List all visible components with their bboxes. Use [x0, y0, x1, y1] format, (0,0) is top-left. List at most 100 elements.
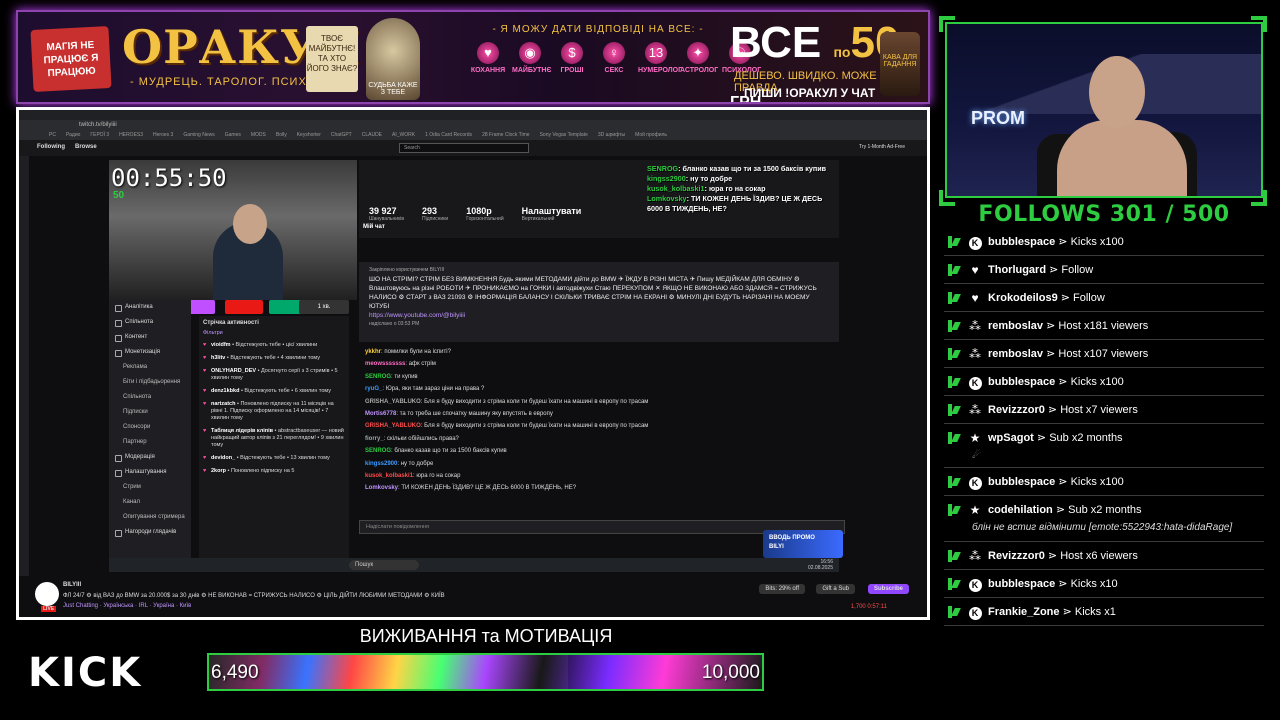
- dashboard-nav-item[interactable]: Налаштування: [109, 465, 191, 480]
- nav-browse-link[interactable]: Browse: [75, 144, 97, 150]
- taskbar-search[interactable]: Пошук: [349, 560, 419, 570]
- event-action: Kicks x10: [1070, 578, 1118, 590]
- event-action: Follow: [1073, 292, 1105, 304]
- host-icon: ⁂: [969, 549, 981, 563]
- avatar[interactable]: [35, 582, 59, 606]
- cam-timer-button[interactable]: 1 хв.: [299, 300, 349, 314]
- frame-corner: [1251, 16, 1267, 32]
- chat-text: Бля я буду виходити з стріма коли ти буд…: [424, 423, 649, 430]
- chat-text: афк стрім: [408, 361, 436, 368]
- dashboard-nav-item[interactable]: Канал: [109, 495, 191, 510]
- dashboard-nav-item[interactable]: Монетизація: [109, 345, 191, 360]
- bookmark-item[interactable]: ГЕРОЇ 3: [90, 130, 109, 140]
- event-username: bubblespace: [988, 236, 1056, 248]
- bookmark-item[interactable]: PC: [49, 130, 56, 140]
- bookmark-item[interactable]: ChatGPT: [331, 130, 352, 140]
- heart-icon: ♥: [971, 263, 979, 277]
- dashboard-nav-item[interactable]: Аналітика: [109, 300, 191, 315]
- bookmark-item[interactable]: Радио: [66, 130, 80, 140]
- gift-sub-button[interactable]: Gift a Sub: [816, 584, 855, 594]
- stream-category[interactable]: Just Chatting · Українська · IRL · Украї…: [63, 603, 191, 609]
- chat-username[interactable]: Lomkovsky: [365, 485, 398, 491]
- bits-discount-button[interactable]: Bits: 29% off: [759, 584, 805, 594]
- activity-user[interactable]: h3litv: [211, 355, 225, 361]
- dashboard-nav-item[interactable]: Контент: [109, 330, 191, 345]
- bookmark-item[interactable]: 3D шрифты: [598, 130, 625, 140]
- activity-user[interactable]: vioidfm: [211, 342, 231, 348]
- cam-action-button[interactable]: [225, 300, 263, 314]
- activity-filters[interactable]: Фільтри: [203, 330, 345, 336]
- address-bar[interactable]: twitch.tv/bilyiiii: [19, 120, 927, 130]
- dashboard-nav-item[interactable]: Спільнота: [109, 390, 191, 405]
- chat-mode-label[interactable]: Мій чат: [363, 224, 385, 230]
- kick-k-icon: [948, 504, 959, 516]
- dashboard-nav-item[interactable]: Стрим: [109, 480, 191, 495]
- chat-message: Mortis6778: та то треба ше спочатку маши…: [365, 410, 553, 417]
- bookmark-item[interactable]: Heroes 3: [153, 130, 173, 140]
- dashboard-nav-item[interactable]: Нагороди глядачів: [109, 525, 191, 540]
- nav-following-link[interactable]: Following: [37, 144, 65, 150]
- bookmark-item[interactable]: 1 Odia Card Records: [425, 130, 472, 140]
- event-row: ★ wpSagot ⋗ Sub x2 months ☄: [944, 424, 1264, 468]
- live-badge: LIVE: [41, 606, 57, 612]
- bookmark-item[interactable]: Keyshorter: [297, 130, 321, 140]
- activity-user[interactable]: denz1kbkd: [211, 388, 239, 394]
- kick-circle-icon: K: [966, 368, 984, 395]
- activity-user[interactable]: 2korp: [211, 468, 226, 474]
- dashboard-nav-item[interactable]: Спонсори: [109, 420, 191, 435]
- dashboard-nav-item[interactable]: Біти і підбадьорення: [109, 375, 191, 390]
- activity-user[interactable]: devidon_: [211, 455, 235, 461]
- heart-icon: ♥: [203, 388, 207, 394]
- heart-icon: ♥: [203, 368, 207, 374]
- kick-k-icon: [948, 348, 959, 360]
- activity-text: • Відстежують тебе • 6 хвилин тому: [240, 388, 332, 394]
- chat-username[interactable]: meowsssssss: [365, 361, 405, 367]
- chat-username[interactable]: kingss2900: [365, 461, 397, 467]
- activity-user[interactable]: ONLYHARD_DEV: [211, 368, 256, 374]
- money-icon: $: [561, 42, 583, 64]
- kick-circle-icon: K: [966, 570, 984, 597]
- chat-username[interactable]: SENROG: [365, 374, 391, 380]
- event-row: Kbubblespace ⋗ Kicks x100: [944, 228, 1264, 256]
- pinned-youtube-link[interactable]: https://www.youtube.com/@bilyiiii: [369, 312, 465, 319]
- ad-free-button[interactable]: Try 1-Month Ad-Free: [859, 144, 905, 150]
- chat-username[interactable]: GRISHA_YABLUKO: [365, 399, 421, 405]
- twitch-search-input[interactable]: Search: [399, 143, 529, 153]
- chat-username[interactable]: ryuG_: [365, 386, 382, 392]
- dashboard-nav-item[interactable]: Реклама: [109, 360, 191, 375]
- event-username: Revizzzor0: [988, 550, 1045, 562]
- stat-value: 39 927: [369, 206, 397, 216]
- bookmark-item[interactable]: Sony Vegas Template: [540, 130, 588, 140]
- activity-user[interactable]: nartzatch: [211, 401, 235, 407]
- chat-username[interactable]: SENROG: [365, 448, 391, 454]
- dashboard-nav-item[interactable]: Опитування стримера: [109, 510, 191, 525]
- activity-user[interactable]: Таблиця лідерів кліпів: [211, 428, 273, 434]
- chat-username[interactable]: fiorry_: [365, 436, 384, 442]
- chat-message: ykkhr: помилки були на іспиті?: [365, 349, 451, 355]
- subscribe-button[interactable]: Subscribe: [867, 584, 909, 594]
- dashboard-nav-item[interactable]: Підписки: [109, 405, 191, 420]
- bookmark-item[interactable]: AI_WORK: [392, 130, 415, 140]
- bookmark-item[interactable]: CLAUDE: [362, 130, 382, 140]
- bookmark-item[interactable]: 28 Frame Clock Time: [482, 130, 530, 140]
- chat-username[interactable]: kusok_kolbaski1: [365, 473, 413, 479]
- chat-username[interactable]: Mortis6778: [365, 411, 396, 417]
- channel-name[interactable]: BILYIII: [63, 582, 81, 588]
- dashboard-nav-item[interactable]: Партнер: [109, 435, 191, 450]
- bookmark-item[interactable]: HEROES3: [119, 130, 143, 140]
- dashboard-nav-item[interactable]: Спільнота: [109, 315, 191, 330]
- captured-screen: twitch.tv/bilyiiii PC Радио ГЕРОЇ 3 HEROES3…: [16, 107, 930, 620]
- bookmark-item[interactable]: MODS: [251, 130, 266, 140]
- bookmark-item[interactable]: Bolly: [276, 130, 287, 140]
- chat-username[interactable]: GRISHA_YABLUKO: [365, 423, 421, 429]
- bookmark-item[interactable]: Games: [225, 130, 241, 140]
- activity-item: ♥ devidon_ • Відстежують тебе • 13 хвилин…: [203, 455, 345, 462]
- chat-username[interactable]: ykkhr: [365, 349, 381, 355]
- banner-icon-item: ◉ МАЙБУТНЄ: [512, 42, 551, 74]
- bookmark-item[interactable]: Мой профиль: [635, 130, 667, 140]
- dashboard-nav-item[interactable]: Модерація: [109, 450, 191, 465]
- neon-sign: PROM: [971, 108, 1025, 128]
- bookmark-item[interactable]: Gaming News: [183, 130, 214, 140]
- banner-question: - Я МОЖУ ДАТИ ВІДПОВІДІ НА ВСЕ: -: [492, 24, 704, 35]
- event-row: ⁂ Revizzzor0 ⋗ Host x6 viewers: [944, 542, 1264, 570]
